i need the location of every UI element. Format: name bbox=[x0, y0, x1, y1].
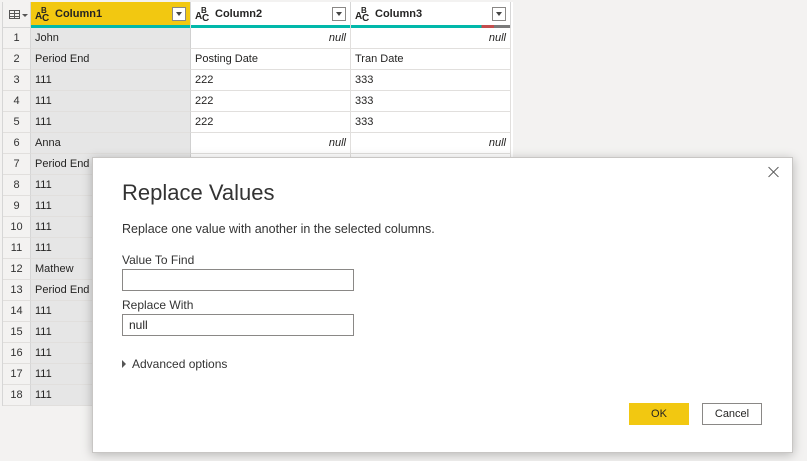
replace-values-dialog: Replace Values Replace one value with an… bbox=[92, 157, 793, 453]
row-number[interactable]: 6 bbox=[3, 133, 31, 154]
row-number[interactable]: 7 bbox=[3, 154, 31, 175]
grid-header: ABC Column1 ABC Column2 ABC Column3 bbox=[3, 2, 513, 28]
caret-down-icon bbox=[22, 14, 28, 17]
triangle-right-icon bbox=[122, 359, 126, 368]
row-number[interactable]: 10 bbox=[3, 217, 31, 238]
row-number[interactable]: 3 bbox=[3, 70, 31, 91]
row-number[interactable]: 9 bbox=[3, 196, 31, 217]
text-type-icon[interactable]: ABC bbox=[35, 6, 55, 24]
table-row: 4 111 222 333 bbox=[3, 91, 513, 112]
row-number[interactable]: 17 bbox=[3, 364, 31, 385]
table-cell[interactable]: John bbox=[31, 28, 191, 49]
row-number[interactable]: 12 bbox=[3, 259, 31, 280]
table-cell[interactable]: 222 bbox=[191, 70, 351, 91]
column-header-label: Column2 bbox=[215, 8, 263, 20]
text-type-icon[interactable]: ABC bbox=[195, 6, 215, 24]
table-cell[interactable]: Posting Date bbox=[191, 49, 351, 70]
row-number[interactable]: 11 bbox=[3, 238, 31, 259]
column-filter-dropdown-icon[interactable] bbox=[492, 7, 506, 21]
row-number[interactable]: 14 bbox=[3, 301, 31, 322]
column-quality-bar bbox=[31, 25, 190, 28]
row-number[interactable]: 1 bbox=[3, 28, 31, 49]
value-to-find-label: Value To Find bbox=[122, 253, 195, 267]
row-number[interactable]: 13 bbox=[3, 280, 31, 301]
row-number[interactable]: 16 bbox=[3, 343, 31, 364]
advanced-options-toggle[interactable]: Advanced options bbox=[122, 357, 227, 371]
table-menu-button[interactable] bbox=[3, 2, 31, 28]
cancel-button[interactable]: Cancel bbox=[702, 403, 762, 425]
table-row: 3 111 222 333 bbox=[3, 70, 513, 91]
advanced-options-label: Advanced options bbox=[132, 357, 228, 371]
row-number[interactable]: 18 bbox=[3, 385, 31, 406]
column-quality-bar bbox=[351, 25, 510, 28]
table-row: 6 Anna null null bbox=[3, 133, 513, 154]
ok-button[interactable]: OK bbox=[629, 403, 689, 425]
table-cell[interactable]: Anna bbox=[31, 133, 191, 154]
row-number[interactable]: 8 bbox=[3, 175, 31, 196]
column-filter-dropdown-icon[interactable] bbox=[172, 7, 186, 21]
replace-with-input[interactable] bbox=[122, 314, 354, 336]
table-cell[interactable]: 111 bbox=[31, 70, 191, 91]
table-cell[interactable]: 111 bbox=[31, 112, 191, 133]
table-cell[interactable]: 222 bbox=[191, 112, 351, 133]
column-quality-bar bbox=[191, 25, 350, 28]
dialog-description: Replace one value with another in the se… bbox=[122, 222, 435, 236]
table-cell[interactable]: null bbox=[191, 28, 351, 49]
table-icon bbox=[9, 10, 20, 19]
text-type-icon[interactable]: ABC bbox=[355, 6, 375, 24]
table-cell[interactable]: Period End bbox=[31, 49, 191, 70]
row-number[interactable]: 2 bbox=[3, 49, 31, 70]
column-header-label: Column3 bbox=[375, 8, 423, 20]
row-number[interactable]: 15 bbox=[3, 322, 31, 343]
close-icon[interactable] bbox=[766, 164, 782, 180]
table-row: 2 Period End Posting Date Tran Date bbox=[3, 49, 513, 70]
column-header-3[interactable]: ABC Column3 bbox=[351, 2, 511, 28]
value-to-find-input[interactable] bbox=[122, 269, 354, 291]
dialog-title: Replace Values bbox=[122, 180, 275, 205]
column-filter-dropdown-icon[interactable] bbox=[332, 7, 346, 21]
row-number[interactable]: 5 bbox=[3, 112, 31, 133]
table-row: 1 John null null bbox=[3, 28, 513, 49]
table-cell[interactable]: Tran Date bbox=[351, 49, 511, 70]
column-header-label: Column1 bbox=[55, 8, 103, 20]
table-cell[interactable]: null bbox=[191, 133, 351, 154]
column-header-2[interactable]: ABC Column2 bbox=[191, 2, 351, 28]
column-header-1[interactable]: ABC Column1 bbox=[31, 2, 191, 28]
table-cell[interactable]: 333 bbox=[351, 70, 511, 91]
table-cell[interactable]: null bbox=[351, 133, 511, 154]
table-cell[interactable]: 111 bbox=[31, 91, 191, 112]
row-number[interactable]: 4 bbox=[3, 91, 31, 112]
table-cell[interactable]: 222 bbox=[191, 91, 351, 112]
table-cell[interactable]: null bbox=[351, 28, 511, 49]
table-row: 5 111 222 333 bbox=[3, 112, 513, 133]
table-cell[interactable]: 333 bbox=[351, 91, 511, 112]
table-cell[interactable]: 333 bbox=[351, 112, 511, 133]
replace-with-label: Replace With bbox=[122, 298, 194, 312]
